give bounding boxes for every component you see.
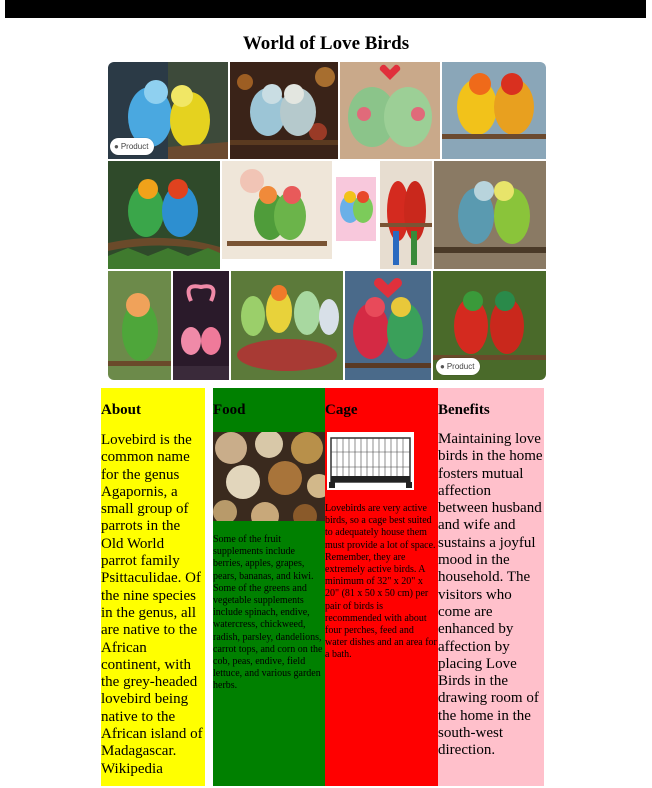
- food-bowls-image[interactable]: [213, 430, 325, 530]
- page-title: World of Love Birds: [242, 33, 410, 54]
- image-collage: ● Product ● Product: [108, 62, 546, 380]
- yellow-red-lovebirds-image[interactable]: [442, 62, 546, 159]
- food-text: Some of the fruit supplements include be…: [213, 534, 323, 692]
- about-column: About Lovebird is the common name for th…: [101, 388, 205, 786]
- benefits-column: Benefits Maintaining love birds in the h…: [438, 388, 544, 786]
- lovebird-pair-card-image[interactable]: [334, 161, 378, 269]
- lovebirds-berries-image[interactable]: [231, 271, 343, 380]
- cartoon-lovebirds-image[interactable]: [340, 62, 440, 159]
- cage-text: Lovebirds are very active birds, so a ca…: [325, 503, 437, 661]
- macaws-pair-image[interactable]: [380, 161, 432, 269]
- product-tag[interactable]: ● Product: [436, 358, 481, 375]
- about-heading: About: [101, 402, 142, 418]
- tag-icon: ●: [114, 142, 119, 151]
- top-bar: [5, 0, 646, 18]
- budgies-kissing-image[interactable]: [434, 161, 546, 269]
- cage-column: Cage Lovebirds are very active birds, so…: [325, 388, 438, 786]
- lovebird-green-peach-image[interactable]: [108, 271, 171, 380]
- lovebirds-heart-branch-image[interactable]: [222, 161, 332, 269]
- benefits-text: Maintaining love birds in the home foste…: [438, 431, 543, 759]
- bird-cage-image[interactable]: [327, 432, 414, 490]
- about-text: Lovebird is the common name for the genu…: [101, 432, 203, 777]
- product-tag[interactable]: ● Product: [110, 138, 155, 155]
- food-heading: Food: [213, 402, 246, 418]
- budgie-pair-image[interactable]: ● Product: [108, 62, 228, 159]
- rainbow-lovebirds-branch-image[interactable]: [108, 161, 220, 269]
- lovebirds-bokeh-image[interactable]: [230, 62, 338, 159]
- food-column: Food Some of the fruit supplements inclu…: [213, 388, 325, 786]
- cage-heading: Cage: [325, 402, 358, 418]
- flamingos-heart-image[interactable]: [173, 271, 229, 380]
- red-green-lovebirds-image[interactable]: ● Product: [433, 271, 546, 380]
- benefits-heading: Benefits: [438, 402, 490, 418]
- lovebirds-heart-kiss-image[interactable]: [345, 271, 431, 380]
- tag-icon: ●: [440, 362, 445, 371]
